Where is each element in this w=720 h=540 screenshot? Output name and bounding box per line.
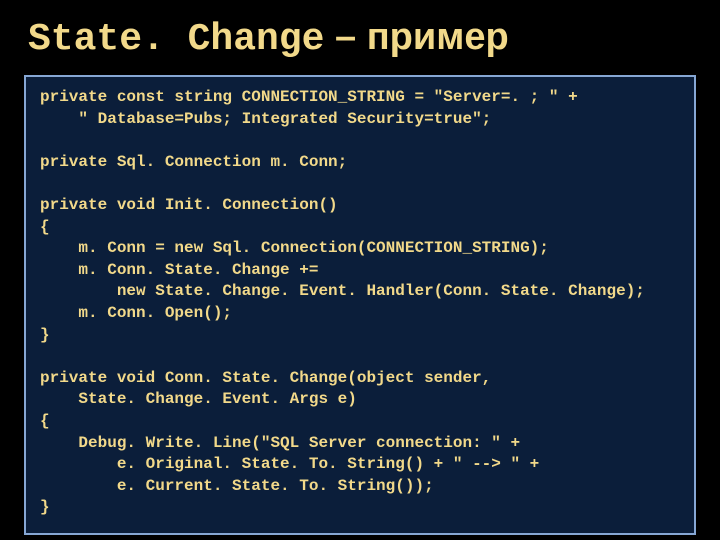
slide-title: State. Change – пример xyxy=(28,16,696,61)
slide: State. Change – пример private const str… xyxy=(0,0,720,540)
code-block: private const string CONNECTION_STRING =… xyxy=(24,75,696,535)
title-dash: – xyxy=(324,16,366,58)
title-code-part: State. Change xyxy=(28,18,324,61)
title-word: пример xyxy=(367,16,509,58)
